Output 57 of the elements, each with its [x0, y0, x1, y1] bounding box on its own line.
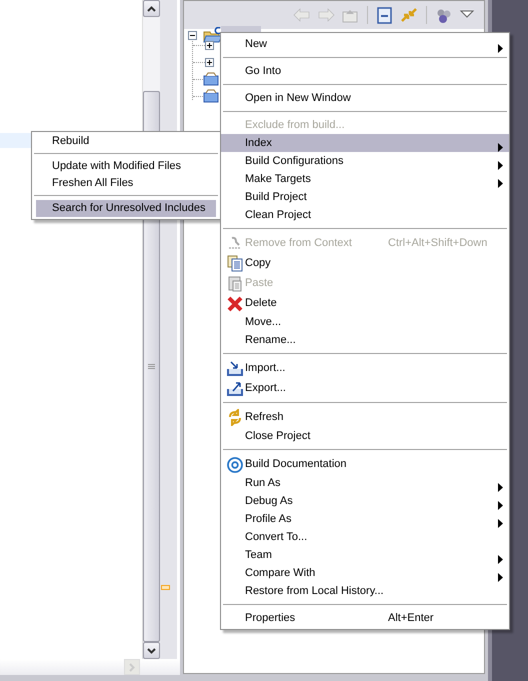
menu-item[interactable]: New: [221, 35, 509, 53]
menu-item[interactable]: Convert To...: [221, 528, 509, 546]
horizontal-scrollbar[interactable]: [0, 659, 180, 675]
refresh-icon: [227, 409, 243, 426]
menu-item[interactable]: Go Into: [221, 62, 509, 80]
menu-item[interactable]: Close Project: [221, 427, 509, 445]
menu-item[interactable]: Rebuild: [36, 133, 216, 150]
menu-item[interactable]: Compare With: [221, 564, 509, 582]
caret-up-icon: [147, 6, 156, 12]
shortcut-label: Alt+Enter: [388, 610, 434, 626]
tree-toggle[interactable]: [205, 41, 214, 50]
toolbar-button[interactable]: [375, 5, 395, 25]
delete-icon: [227, 295, 243, 312]
menu-item[interactable]: Search for Unresolved Includes: [36, 200, 216, 217]
collapse-all-icon: [375, 6, 395, 24]
tree-toggle[interactable]: [188, 31, 197, 40]
menu-item[interactable]: Move...: [221, 313, 509, 331]
copy-icon: [227, 255, 243, 272]
menu-item[interactable]: Delete: [221, 293, 509, 313]
expand-icon: [205, 58, 214, 67]
menu-item[interactable]: Rename...: [221, 331, 509, 349]
grip-icon: [148, 363, 155, 370]
link-arrows-icon: [399, 6, 419, 24]
scroll-up-button[interactable]: [143, 0, 160, 17]
menu-item[interactable]: Restore from Local History...: [221, 582, 509, 600]
import-icon: [227, 360, 243, 377]
menu-item[interactable]: Clean Project: [221, 206, 509, 224]
shortcut-label: Ctrl+Alt+Shift+Down: [388, 236, 488, 251]
menu-item[interactable]: Build Project: [221, 188, 509, 206]
tree-toggle[interactable]: [205, 58, 214, 67]
menu-item[interactable]: Open in New Window: [221, 89, 509, 107]
menu-item[interactable]: Import...: [221, 358, 509, 378]
menu-item[interactable]: Update with Modified Files: [36, 158, 216, 175]
forward-arrow-icon: [316, 6, 336, 24]
collapse-icon: [188, 31, 197, 40]
menu-item[interactable]: Team: [221, 546, 509, 564]
menu-item[interactable]: Build Documentation: [221, 454, 509, 474]
menu-item[interactable]: Debug As: [221, 492, 509, 510]
back-arrow-icon: [292, 6, 312, 24]
export-icon: [227, 380, 243, 397]
menu-item[interactable]: Refresh: [221, 407, 509, 427]
scroll-down-button[interactable]: [143, 642, 160, 659]
menu-item[interactable]: Build Configurations: [221, 152, 509, 170]
menu-item[interactable]: Properties Alt+Enter: [221, 609, 509, 627]
menu-item[interactable]: Export...: [221, 378, 509, 398]
menu-item[interactable]: Copy: [221, 253, 509, 273]
menu-item[interactable]: Profile As: [221, 510, 509, 528]
submenu-arrow-icon: [498, 44, 503, 53]
menu-item[interactable]: Freshen All Files: [36, 175, 216, 192]
caret-right-icon: [129, 662, 135, 672]
expand-icon: [205, 41, 214, 50]
menu-item[interactable]: Index: [221, 134, 509, 152]
menu-item[interactable]: Make Targets: [221, 170, 509, 188]
paste-icon: [227, 275, 243, 292]
menu-item[interactable]: Run As: [221, 474, 509, 492]
caret-down-icon: [147, 648, 156, 654]
overview-marker[interactable]: [161, 585, 170, 590]
